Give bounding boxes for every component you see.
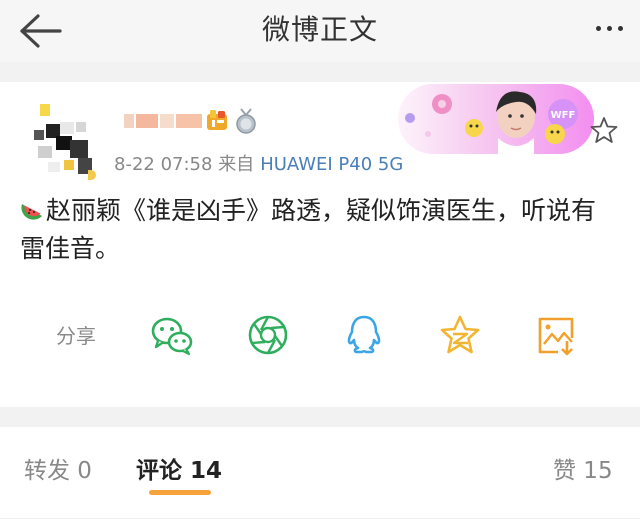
- post-meta: 8-22 07:58 来自 HUAWEI P40 5G: [114, 150, 403, 176]
- medal-badge-icon: [236, 108, 256, 134]
- watermelon-icon: [21, 204, 42, 220]
- moments-icon[interactable]: [246, 314, 290, 356]
- banner-badge-text: WFF: [551, 110, 576, 121]
- share-row: 分享: [0, 310, 640, 358]
- favorite-star-icon[interactable]: [590, 116, 618, 144]
- page-title: 微博正文: [261, 13, 378, 46]
- section-divider: [0, 407, 640, 427]
- source-device-link[interactable]: HUAWEI P40 5G: [260, 154, 403, 175]
- post-tabs: 转发 0 评论 14 赞 15: [0, 427, 640, 519]
- more-dots-icon[interactable]: [596, 26, 624, 34]
- vip-badge-icon: [207, 110, 227, 130]
- tab-comments[interactable]: 评论 14: [136, 451, 222, 485]
- post-card: WFF 8-22 07:58 来自 HUAWEI P40 5G 赵丽颖《谁是凶手》…: [0, 82, 640, 407]
- post-timestamp: 8-22 07:58: [114, 154, 213, 175]
- source-prefix: 来自: [218, 154, 255, 175]
- post-content: 赵丽颖《谁是凶手》路透，疑似饰演医生，听说有雷佳音。: [20, 192, 620, 268]
- active-tab-indicator: [149, 490, 211, 495]
- save-image-icon[interactable]: [534, 314, 578, 356]
- banner-illustration: WFF: [405, 91, 578, 154]
- fan-banner[interactable]: WFF: [398, 84, 594, 154]
- qzone-star-icon[interactable]: [438, 314, 482, 356]
- tab-likes[interactable]: 赞 15: [553, 451, 613, 485]
- qq-icon[interactable]: [342, 314, 386, 356]
- nav-bar: 微博正文: [0, 0, 640, 62]
- post-text: 赵丽颖《谁是凶手》路透，疑似饰演医生，听说有雷佳音。: [20, 196, 597, 263]
- tab-repost[interactable]: 转发 0: [24, 451, 92, 485]
- wechat-icon[interactable]: [150, 314, 194, 356]
- username-redacted[interactable]: [124, 110, 204, 132]
- share-label: 分享: [56, 324, 96, 348]
- avatar[interactable]: [20, 100, 102, 182]
- section-divider: [0, 62, 640, 82]
